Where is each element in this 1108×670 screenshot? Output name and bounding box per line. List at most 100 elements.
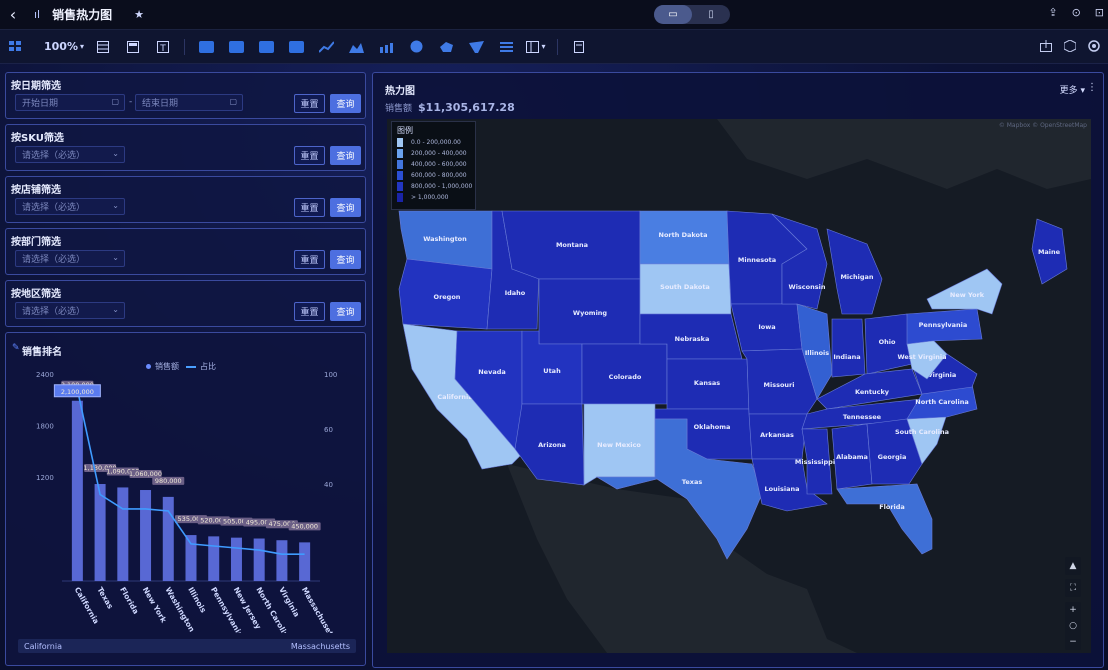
state-label: Tennessee [843,413,882,421]
state-label: Idaho [505,289,526,297]
card-icon[interactable] [255,36,277,58]
state-label: Georgia [878,453,907,461]
department-select[interactable]: 请选择（必选） ⌄ [15,250,125,267]
reset-button[interactable]: 重置 [294,302,325,321]
end-date-input[interactable]: 结束日期 ▢ [135,94,243,111]
combo-chart-icon[interactable] [375,36,397,58]
device-toggle: ▭ ▯ [654,5,730,24]
state-label: Utah [543,367,561,375]
reset-button[interactable]: 重置 [294,146,325,165]
reset-button[interactable]: 重置 [294,94,325,113]
fullscreen-icon[interactable]: ⊡ [1095,6,1104,19]
state-label: Oregon [434,293,461,301]
bar [253,538,265,581]
filter-title: 按地区筛选 [11,289,61,300]
state-label: Alabama [836,453,868,461]
fullscreen-button[interactable]: ⛶ [1065,579,1081,597]
y-right-tick-label: 40 [324,481,333,489]
legend-row: 0.0 - 200,000.00 [397,138,461,147]
state-label: Mississippi [795,458,835,466]
column-chart-icon[interactable] [225,36,247,58]
desktop-view-button[interactable]: ▭ [654,5,692,24]
map-icon[interactable] [435,36,457,58]
mobile-view-button[interactable]: ▯ [692,5,730,24]
toolbar-divider [557,38,558,55]
state-label: North Carolina [915,398,968,406]
state-indiana[interactable] [831,318,866,378]
line-chart-icon[interactable] [315,36,337,58]
state-label: Montana [556,241,588,249]
state-label: Arizona [538,441,566,449]
top-bar: ‹ ıl 销售热力图 ★ ▭ ▯ ⇪ ⊙ ⊡ [0,0,1108,30]
filter-store: 按店铺筛选 请选择（必选） ⌄ 重置 查询 [5,176,366,223]
legend-label: > 1,000,000 [411,194,449,201]
cube-icon[interactable] [1063,39,1077,55]
share-icon[interactable] [1040,40,1052,55]
state-label: South Carolina [895,428,949,436]
chart-scrollbar[interactable]: California Massachusetts [18,639,356,653]
list-icon[interactable] [495,36,517,58]
y-right-tick-label: 100 [324,371,337,379]
settings-icon[interactable] [1088,40,1100,55]
chevron-down-icon: ⌄ [112,149,119,158]
scroll-start-label: California [24,641,62,651]
back-button[interactable]: ‹ [0,0,26,30]
chevron-down-icon: ⌄ [112,253,119,262]
component-icon[interactable] [568,36,590,58]
us-choropleth[interactable]: Washington Oregon California Idaho Nevada Mon… [387,119,1091,653]
query-button[interactable]: 查询 [330,250,361,269]
compass-button[interactable]: ▲ [1065,557,1081,575]
query-button[interactable]: 查询 [330,146,361,165]
reset-button[interactable]: 重置 [294,250,325,269]
state-label: Oklahoma [694,423,731,431]
category-label: Florida [118,586,141,616]
zoom-out-button[interactable]: − [1069,637,1077,647]
map-area[interactable]: Washington Oregon California Idaho Nevada Mon… [387,119,1091,653]
legend-row: > 1,000,000 [397,193,448,202]
bar [185,535,197,581]
text-icon[interactable]: T [152,36,174,58]
start-date-input[interactable]: 开始日期 ▢ [15,94,125,111]
top-right-actions: ⇪ ⊙ ⊡ [1048,6,1104,19]
state-label: North Dakota [659,231,708,239]
pie-chart-icon[interactable] [405,36,427,58]
y-tick-label: 1800 [36,423,54,431]
bar-chart-icon[interactable] [195,36,217,58]
rect-icon[interactable] [285,36,307,58]
query-button[interactable]: 查询 [330,198,361,217]
layout-icon[interactable]: ▾ [525,36,547,58]
history-icon[interactable]: ⊙ [1072,6,1081,19]
legend-swatch [397,160,403,169]
map-subtitle: 销售额 $11,305,617.28 [385,101,515,114]
more-menu[interactable]: 更多 ▾ [1060,83,1085,96]
query-button[interactable]: 查询 [330,94,361,113]
zoom-select[interactable]: 100% ▾ [44,36,84,58]
query-button[interactable]: 查询 [330,302,361,321]
state-label: Kentucky [855,388,890,396]
state-label: Florida [879,503,905,511]
bar [117,487,129,581]
map-credit: © Mapbox © OpenStreetMap [998,122,1087,129]
zoom-reset-button[interactable]: ○ [1069,621,1077,631]
export-icon[interactable]: ⇪ [1048,6,1057,19]
grid-icon[interactable] [4,36,26,58]
table-icon[interactable] [92,36,114,58]
store-select[interactable]: 请选择（必选） ⌄ [15,198,125,215]
state-label: West Virginia [897,353,946,361]
kebab-menu-icon[interactable]: ⋮ [1087,82,1097,93]
zoom-in-button[interactable]: + [1069,605,1077,615]
state-label: South Dakota [660,283,710,291]
filter-title: 按SKU筛选 [11,133,64,144]
favorite-star-icon[interactable]: ★ [134,8,144,21]
funnel-icon[interactable] [465,36,487,58]
state-label: Minnesota [738,256,776,264]
filter-icon[interactable] [122,36,144,58]
state-label: Louisiana [765,485,800,493]
region-select[interactable]: 请选择（必选） ⌄ [15,302,125,319]
reset-button[interactable]: 重置 [294,198,325,217]
area-chart-icon[interactable] [345,36,367,58]
bar [299,542,311,581]
state-label: Texas [682,478,703,486]
sku-select[interactable]: 请选择（必选） ⌄ [15,146,125,163]
filter-title: 按部门筛选 [11,237,61,248]
